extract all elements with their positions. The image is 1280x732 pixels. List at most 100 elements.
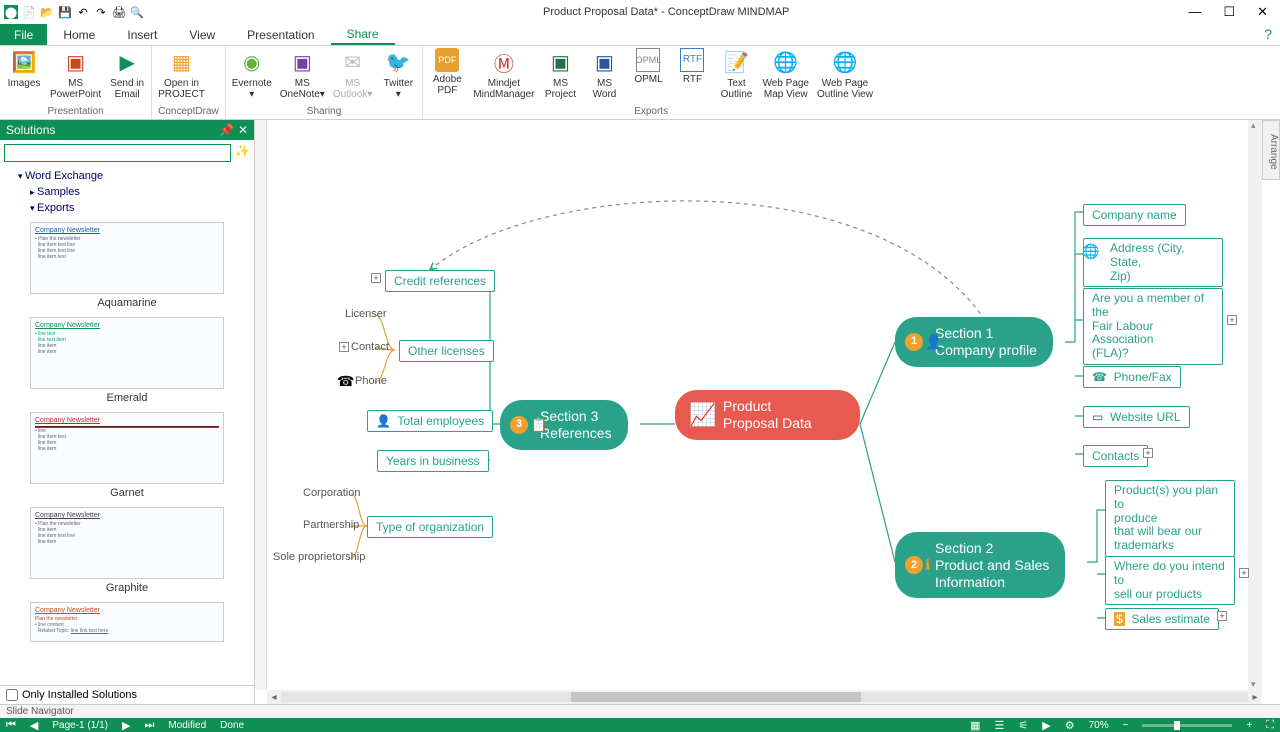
leaf-licenser[interactable]: Licenser — [345, 308, 387, 320]
node-total-employees[interactable]: 👤 Total employees — [367, 410, 493, 432]
thumb-emerald[interactable]: Company Newsletter• line text line text … — [30, 317, 224, 404]
help-icon[interactable]: ? — [1264, 26, 1272, 42]
leaf-sole[interactable]: Sole proprietorship — [273, 551, 365, 563]
close-panel-icon[interactable]: ✕ — [238, 123, 248, 137]
undo-icon[interactable]: ↶ — [76, 5, 90, 19]
node-where-sell[interactable]: Where do you intend to sell our products — [1105, 556, 1235, 605]
search-input[interactable] — [4, 144, 231, 162]
ribbon-rtf[interactable]: RTFRTF — [674, 48, 710, 106]
ribbon-twitter[interactable]: 🐦Twitter▾ — [380, 48, 416, 106]
ribbon-images[interactable]: 🖼️Images — [6, 48, 42, 106]
ribbon-pdf[interactable]: PDFAdobePDF — [429, 48, 465, 106]
tab-presentation[interactable]: Presentation — [231, 24, 330, 45]
settings-icon[interactable]: ⚙ — [1065, 719, 1075, 732]
ribbon-text-outline[interactable]: 📝TextOutline — [718, 48, 754, 106]
ribbon-webpage-map[interactable]: 🌐Web PageMap View — [762, 48, 809, 106]
tab-insert[interactable]: Insert — [111, 24, 173, 45]
canvas[interactable]: Arrange 📈 Product Proposal D — [255, 120, 1280, 704]
node-section1[interactable]: 1 👤 Section 1 Company profile — [895, 317, 1053, 367]
node-sales-estimate[interactable]: $ Sales estimate — [1105, 608, 1219, 630]
ribbon-webpage-outline[interactable]: 🌐Web PageOutline View — [817, 48, 873, 106]
only-installed-checkbox[interactable] — [6, 689, 18, 701]
ribbon-mindmanager[interactable]: ⓂMindjetMindManager — [473, 48, 534, 106]
expander[interactable]: + — [371, 273, 381, 283]
node-company-name[interactable]: Company name — [1083, 204, 1186, 226]
leaf-corporation[interactable]: Corporation — [303, 487, 360, 499]
leaf-phone[interactable]: Phone — [355, 375, 387, 387]
node-fla[interactable]: Are you a member of the Fair Labour Asso… — [1083, 288, 1223, 365]
ribbon-send-email[interactable]: ▶Send inEmail — [109, 48, 145, 106]
outline-icon[interactable]: ☰ — [995, 719, 1005, 732]
expander[interactable]: + — [1239, 568, 1249, 578]
link-icon: ▭ — [1092, 410, 1103, 424]
first-page-icon[interactable]: ⏮ — [6, 719, 16, 732]
leaf-contact[interactable]: Contact — [351, 341, 389, 353]
node-section3[interactable]: 3 📋 Section 3 References — [500, 400, 628, 450]
save-icon[interactable]: 💾 — [58, 5, 72, 19]
tree-word-exchange[interactable]: Word Exchange — [8, 168, 246, 184]
ribbon-opml[interactable]: OPMLOPML — [630, 48, 666, 106]
horizontal-scrollbar[interactable]: ◂▸ — [267, 690, 1262, 704]
solutions-footer: Only Installed Solutions — [0, 685, 254, 704]
node-phonefax[interactable]: ☎ Phone/Fax — [1083, 366, 1181, 388]
prev-page-icon[interactable]: ◀ — [30, 719, 38, 732]
redo-icon[interactable]: ↷ — [94, 5, 108, 19]
zoom-in-icon[interactable]: + — [1246, 720, 1252, 731]
ribbon-msproject[interactable]: ▣MSProject — [542, 48, 578, 106]
open-icon[interactable]: 📂 — [40, 5, 54, 19]
expander[interactable]: + — [1227, 315, 1237, 325]
expander[interactable]: + — [339, 342, 349, 352]
ribbon-outlook[interactable]: ✉MSOutlook▾ — [333, 48, 373, 106]
node-credit-refs[interactable]: Credit references — [385, 270, 495, 292]
node-org-type[interactable]: Type of organization — [367, 516, 493, 538]
print-icon[interactable]: 🖨 — [112, 5, 126, 19]
node-website[interactable]: ▭ Website URL — [1083, 406, 1190, 428]
fit-icon[interactable]: ⛶ — [1266, 719, 1274, 732]
ribbon-powerpoint[interactable]: ▣MSPowerPoint — [50, 48, 101, 106]
thumb-graphite[interactable]: Company Newsletter• Plan the newsletter … — [30, 507, 224, 594]
preview-icon[interactable]: 🔍 — [130, 5, 144, 19]
slide-navigator-bar[interactable]: Slide Navigator — [0, 704, 1280, 718]
thumb-aquamarine[interactable]: Company Newsletter• Plan the newsletter … — [30, 222, 224, 309]
close-button[interactable]: ✕ — [1257, 4, 1268, 20]
tree-samples[interactable]: Samples — [8, 184, 246, 200]
title-bar: ⬤ 📄 📂 💾 ↶ ↷ 🖨 🔍 Product Proposal Data* -… — [0, 0, 1280, 24]
clipboard-icon: 📋 — [530, 416, 547, 433]
node-contacts[interactable]: Contacts — [1083, 445, 1148, 467]
tab-home[interactable]: Home — [47, 24, 111, 45]
ribbon-group-presentation: 🖼️Images ▣MSPowerPoint ▶Send inEmail Pre… — [0, 46, 152, 119]
pin-icon[interactable]: 📌 — [219, 123, 234, 137]
view-mode-icon[interactable]: ▦ — [970, 719, 980, 732]
expander[interactable]: + — [1217, 611, 1227, 621]
tree-exports[interactable]: Exports — [8, 200, 246, 216]
ribbon-onenote[interactable]: ▣MSOneNote▾ — [280, 48, 325, 106]
person-icon: 👤 — [925, 333, 942, 350]
play-icon[interactable]: ▶ — [1042, 719, 1050, 732]
node-products[interactable]: Product(s) you plan to produce that will… — [1105, 480, 1235, 557]
last-page-icon[interactable]: ⏭ — [144, 719, 154, 732]
share-icon[interactable]: ⚟ — [1018, 719, 1028, 732]
zoom-slider[interactable] — [1142, 724, 1232, 727]
phone-icon: ☎ — [1092, 370, 1107, 384]
ribbon-evernote[interactable]: ◉Evernote▾ — [232, 48, 272, 106]
node-years-business[interactable]: Years in business — [377, 450, 489, 472]
search-wand-icon[interactable]: ✨ — [235, 144, 250, 162]
node-section2[interactable]: 2 ℹ Section 2 Product and Sales Informat… — [895, 532, 1065, 598]
leaf-partnership[interactable]: Partnership — [303, 519, 359, 531]
node-other-licenses[interactable]: Other licenses — [399, 340, 494, 362]
tab-view[interactable]: View — [173, 24, 231, 45]
tab-share[interactable]: Share — [331, 24, 395, 45]
file-menu[interactable]: File — [0, 24, 47, 45]
minimize-button[interactable]: — — [1188, 4, 1201, 20]
thumb-next[interactable]: Company NewsletterPlan the newsletter• l… — [30, 602, 224, 642]
zoom-out-icon[interactable]: − — [1123, 720, 1129, 731]
ribbon-msword[interactable]: ▣MSWord — [586, 48, 622, 106]
node-center[interactable]: 📈 Product Proposal Data — [675, 390, 860, 440]
ribbon-open-project[interactable]: ▦Open inPROJECT — [158, 48, 205, 106]
thumb-garnet[interactable]: Company Newsletter• line line item text … — [30, 412, 224, 499]
node-address[interactable]: 🌐 Address (City, State, Zip) — [1083, 238, 1223, 287]
new-icon[interactable]: 📄 — [22, 5, 36, 19]
maximize-button[interactable]: ☐ — [1223, 4, 1235, 20]
next-page-icon[interactable]: ▶ — [122, 719, 130, 732]
expander[interactable]: + — [1143, 448, 1153, 458]
